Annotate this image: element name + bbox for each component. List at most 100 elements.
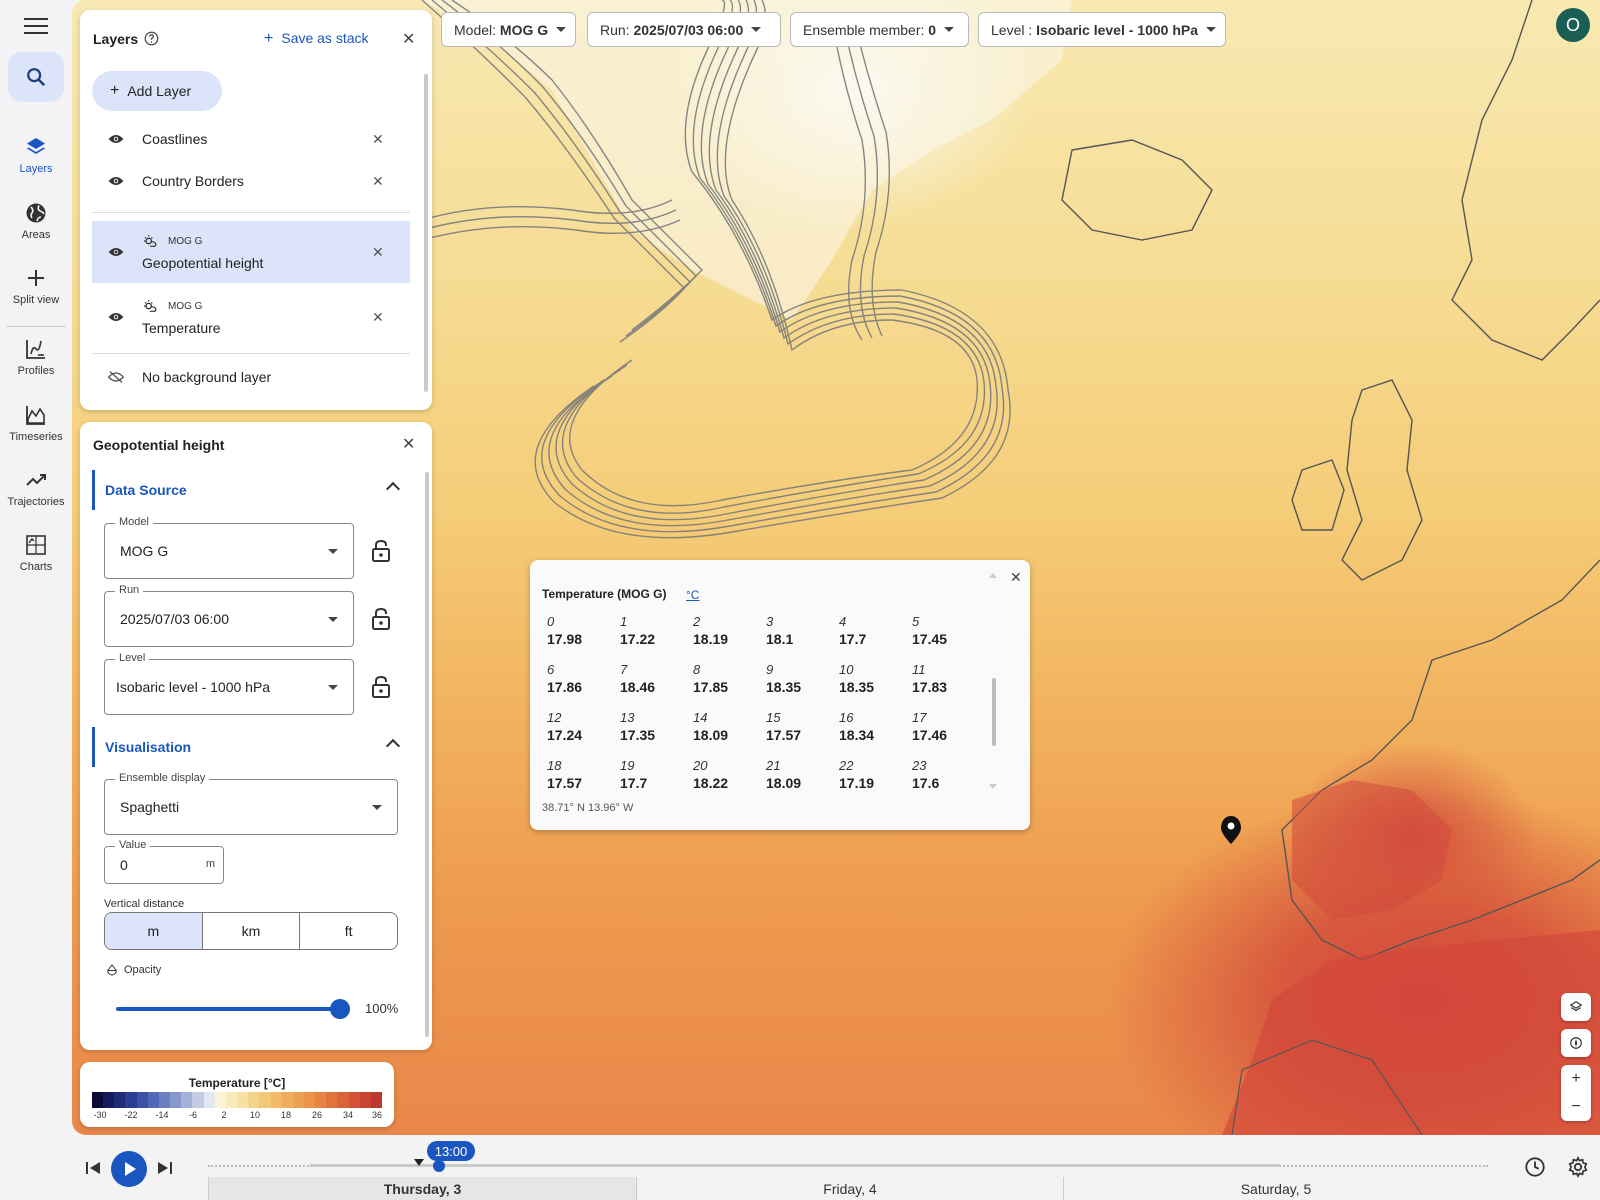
member-value: 17.45 <box>912 631 948 647</box>
remove-layer-icon[interactable]: ✕ <box>372 173 384 190</box>
remove-layer-icon[interactable]: ✕ <box>372 309 384 326</box>
eye-icon[interactable] <box>108 246 124 258</box>
member-index: 5 <box>912 614 920 629</box>
ensemble-value-cell: 12 17.24 <box>547 710 617 743</box>
rail-item-trajectories[interactable]: Trajectories <box>0 468 72 508</box>
skip-back-icon[interactable] <box>85 1161 101 1175</box>
run-chip[interactable]: Run: 2025/07/03 06:00 <box>587 12 781 47</box>
rail-item-charts[interactable]: Charts <box>0 533 72 573</box>
zoom-out-button[interactable]: − <box>1571 1093 1580 1121</box>
legend-tick-label: 10 <box>249 1110 261 1120</box>
close-icon[interactable]: ✕ <box>402 437 415 453</box>
layers-scrollbar[interactable] <box>424 74 428 392</box>
member-index: 1 <box>620 614 628 629</box>
search-button[interactable] <box>8 52 64 102</box>
legend-swatch <box>281 1092 293 1108</box>
timeline-handle[interactable] <box>433 1160 445 1172</box>
add-layer-button[interactable]: + Add Layer <box>92 71 222 111</box>
avatar[interactable]: O <box>1556 8 1590 42</box>
visualisation-section-header[interactable]: Visualisation <box>92 727 412 767</box>
model-chip[interactable]: Model: MOG G <box>441 12 576 47</box>
level-select[interactable]: Level Isobaric level - 1000 hPa <box>104 652 354 715</box>
legend-tick-label: -14 <box>155 1110 169 1120</box>
ensemble-value-cell: 7 18.46 <box>620 662 690 695</box>
save-as-stack-button[interactable]: + Save as stack <box>264 30 369 48</box>
member-value: 18.35 <box>839 679 875 695</box>
ensemble-display-select[interactable]: Ensemble display Spaghetti <box>104 772 398 835</box>
lock-open-icon[interactable] <box>371 675 391 699</box>
zoom-in-button[interactable]: + <box>1571 1065 1580 1093</box>
eye-icon[interactable] <box>108 133 124 145</box>
rail-item-split-view[interactable]: Split view <box>0 266 72 306</box>
skip-forward-icon[interactable] <box>157 1161 173 1175</box>
day-label[interactable]: Friday, 4 <box>636 1177 1063 1200</box>
day-label[interactable]: Thursday, 3 <box>208 1177 636 1200</box>
layer-item-geopotential-height[interactable]: MOG G Geopotential height ✕ <box>92 221 410 283</box>
run-select[interactable]: Run 2025/07/03 06:00 <box>104 584 354 647</box>
day-label[interactable]: Saturday, 5 <box>1063 1177 1488 1200</box>
legend-swatch <box>192 1092 204 1108</box>
opacity-slider-track[interactable] <box>116 1007 338 1011</box>
divider <box>92 353 410 354</box>
member-index: 23 <box>912 758 927 773</box>
timeline-range[interactable] <box>310 1164 1280 1167</box>
rail-item-layers[interactable]: Layers <box>0 135 72 175</box>
settings-scrollbar[interactable] <box>425 472 429 1037</box>
unit-option-m[interactable]: m <box>105 913 203 949</box>
legend-tick-label: 18 <box>280 1110 292 1120</box>
chevron-down-icon <box>372 805 382 810</box>
ensemble-value-cell: 9 18.35 <box>766 662 836 695</box>
ensemble-value-cell: 19 17.7 <box>620 758 690 791</box>
eye-icon[interactable] <box>108 175 124 187</box>
layers-panel-title: Layers <box>93 31 139 47</box>
layer-item-country-borders[interactable]: Country Borders ✕ <box>92 166 410 196</box>
map-layers-button[interactable] <box>1561 993 1591 1021</box>
popup-scrollbar[interactable] <box>992 678 996 746</box>
unit-option-km[interactable]: km <box>203 913 301 949</box>
member-index: 9 <box>766 662 774 677</box>
member-value: 17.7 <box>839 631 867 647</box>
close-icon[interactable]: ✕ <box>402 32 415 48</box>
compass-button[interactable] <box>1561 1029 1591 1057</box>
ensemble-member-chip[interactable]: Ensemble member: 0 <box>790 12 969 47</box>
scroll-up-icon[interactable] <box>989 573 997 578</box>
eye-icon[interactable] <box>108 311 124 323</box>
data-source-section-header[interactable]: Data Source <box>92 470 412 510</box>
legend-tick-label: 2 <box>221 1110 227 1120</box>
legend-swatch <box>337 1092 349 1108</box>
layer-name: Geopotential height <box>142 255 264 271</box>
opacity-slider-thumb[interactable] <box>330 999 350 1019</box>
layers-icon <box>27 138 45 154</box>
background-layer-item[interactable]: No background layer <box>92 362 410 392</box>
lock-open-icon[interactable] <box>371 539 391 563</box>
layer-item-coastlines[interactable]: Coastlines ✕ <box>92 124 410 154</box>
clock-icon[interactable] <box>1524 1156 1546 1178</box>
timeseries-icon <box>26 406 45 425</box>
rail-item-timeseries[interactable]: Timeseries <box>0 403 72 443</box>
member-index: 20 <box>693 758 708 773</box>
member-index: 17 <box>912 710 927 725</box>
layer-item-temperature[interactable]: MOG G Temperature ✕ <box>92 286 410 348</box>
level-chip[interactable]: Level : Isobaric level - 1000 hPa <box>978 12 1226 47</box>
popup-unit-link[interactable]: °C <box>686 588 699 602</box>
menu-icon[interactable] <box>24 18 48 36</box>
remove-layer-icon[interactable]: ✕ <box>372 244 384 261</box>
member-value: 18.22 <box>693 775 729 791</box>
rail-label: Layers <box>19 163 53 175</box>
gear-icon[interactable] <box>1567 1156 1589 1178</box>
remove-layer-icon[interactable]: ✕ <box>372 131 384 148</box>
close-icon[interactable]: ✕ <box>1010 570 1022 584</box>
member-index: 3 <box>766 614 774 629</box>
play-button[interactable] <box>111 1151 147 1187</box>
field-value: MOG G <box>120 543 169 559</box>
model-select[interactable]: Model MOG G <box>104 516 354 579</box>
help-icon[interactable] <box>144 31 159 46</box>
lock-open-icon[interactable] <box>371 607 391 631</box>
value-input[interactable]: Value 0 m <box>104 839 224 884</box>
rail-item-profiles[interactable]: Profiles <box>0 337 72 377</box>
layer-model-tag: MOG G <box>168 301 203 312</box>
scroll-down-icon[interactable] <box>989 784 997 789</box>
unit-option-ft[interactable]: ft <box>300 913 397 949</box>
rail-item-areas[interactable]: Areas <box>0 201 72 241</box>
divider <box>92 212 410 213</box>
